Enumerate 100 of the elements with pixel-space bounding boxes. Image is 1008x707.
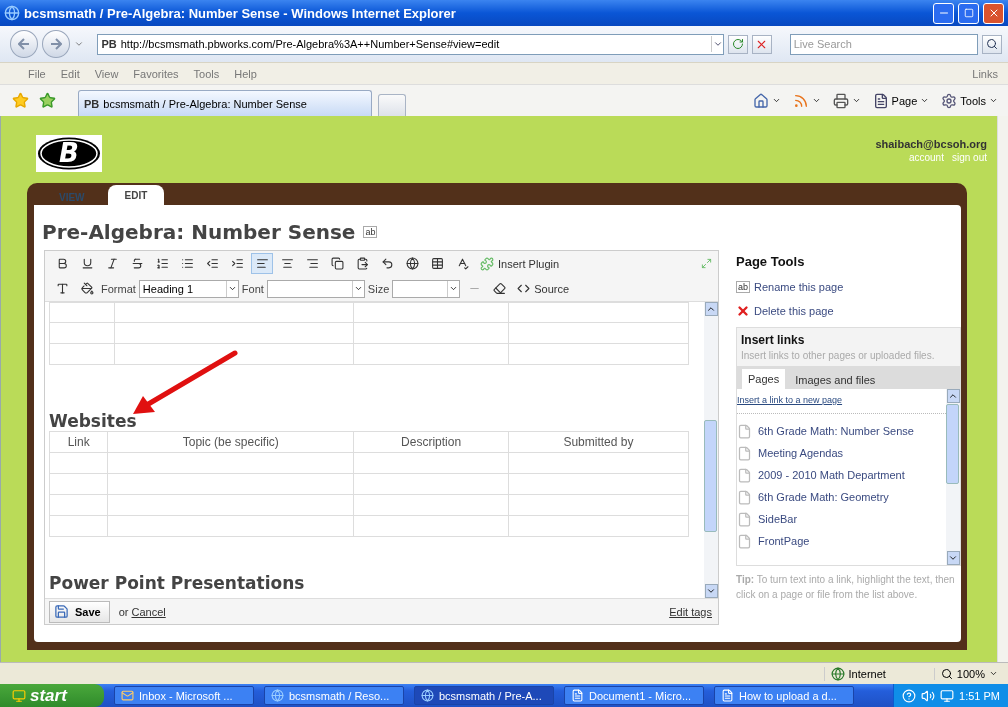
page-name: FrontPage <box>758 535 810 547</box>
globe-icon <box>421 689 434 702</box>
print-button[interactable] <box>832 92 861 109</box>
taskbar-item[interactable]: bcsmsmath / Reso... <box>264 686 404 705</box>
history-dropdown-icon[interactable] <box>73 39 84 49</box>
refresh-icon <box>731 38 744 50</box>
align-right-icon <box>305 257 319 270</box>
insert-plugin-button[interactable]: Insert Plugin <box>476 256 564 271</box>
page-link[interactable]: 2009 - 2010 Math Department <box>737 464 946 486</box>
edit-tags-link[interactable]: Edit tags <box>669 605 712 618</box>
add-favorite-icon[interactable] <box>39 92 56 109</box>
taskbar-item[interactable]: Document1 - Micro... <box>564 686 704 705</box>
restore-button[interactable] <box>958 2 979 24</box>
tools-menu[interactable]: Tools <box>941 92 998 109</box>
rename-icon[interactable]: ab <box>363 226 378 238</box>
mode-tab[interactable]: EDIT <box>107 185 165 205</box>
menu-item[interactable]: File <box>28 67 46 80</box>
button-label: start <box>30 685 67 706</box>
font-label: Font <box>241 282 264 295</box>
window-title: bcsmsmath / Pre-Algebra: Number Sense - Windows Internet Explorer <box>24 5 457 21</box>
page-link[interactable]: FrontPage <box>737 530 946 552</box>
panel-title: Insert links <box>741 333 806 347</box>
document-icon <box>571 689 584 702</box>
outdent-icon <box>205 257 219 270</box>
source-button[interactable]: Source <box>513 282 574 295</box>
links-menu[interactable]: Links <box>972 67 998 80</box>
page-action-link[interactable]: Delete this page <box>736 299 961 323</box>
column-header: Link <box>49 431 108 453</box>
page-link[interactable]: Meeting Agendas <box>737 442 946 464</box>
refresh-button[interactable] <box>728 34 748 54</box>
home-icon <box>752 92 769 109</box>
numbered-list-icon <box>155 257 169 270</box>
page-link[interactable]: 6th Grade Math: Geometry <box>737 486 946 508</box>
search-field[interactable]: Live Search <box>789 33 979 55</box>
scroll-up-button[interactable] <box>946 389 960 403</box>
home-button[interactable] <box>752 92 781 109</box>
page-icon <box>872 92 889 109</box>
cancel-link[interactable]: Cancel <box>131 605 166 618</box>
section-heading: Websites <box>49 411 138 431</box>
page-scrollbar[interactable] <box>997 116 1008 662</box>
scroll-down-button[interactable] <box>946 551 960 565</box>
menu-item[interactable]: Tools <box>193 67 220 80</box>
minimize-button[interactable] <box>933 2 954 24</box>
help-icon <box>902 688 917 703</box>
taskbar-item[interactable]: How to upload a d... <box>714 686 854 705</box>
save-button[interactable]: Save <box>49 600 110 623</box>
strikethrough-icon <box>130 257 144 270</box>
scrollbar-thumb[interactable] <box>946 404 959 484</box>
zoom-control[interactable]: 100% <box>933 667 998 680</box>
menu-item[interactable]: Edit <box>60 67 80 80</box>
action-label: Delete this page <box>754 305 834 317</box>
page-menu[interactable]: Page <box>872 92 930 109</box>
align-left-button[interactable] <box>251 253 273 274</box>
or-text: or <box>118 605 129 618</box>
address-field[interactable]: PB http://bcsmsmath.pbworks.com/Pre-Algebra%3A++Number+Sense#view=edit <box>97 33 725 55</box>
links-tab[interactable]: Images and files <box>789 371 882 389</box>
tip-text: Tip: To turn text into a link, highlight the text, then click on a page or file from the list above. <box>736 573 956 602</box>
browser-tab[interactable]: PB bcsmsmath / Pre-Algebra: Number Sense <box>78 90 372 116</box>
taskbar-item[interactable]: bcsmsmath / Pre-A... <box>414 686 554 705</box>
back-button[interactable] <box>10 30 38 58</box>
start-button[interactable]: start <box>0 684 104 707</box>
scrollbar-thumb[interactable] <box>704 420 717 532</box>
caret-icon <box>989 96 998 105</box>
search-icon <box>986 38 999 50</box>
close-button[interactable] <box>983 2 1004 24</box>
caret-icon <box>227 284 237 293</box>
page-name: 6th Grade Math: Geometry <box>758 491 889 503</box>
menu-item[interactable]: Favorites <box>133 67 179 80</box>
magnifier-icon <box>940 667 953 680</box>
italic-icon <box>105 257 119 270</box>
caret-icon <box>920 96 930 105</box>
menu-item[interactable]: View <box>94 67 119 80</box>
search-button[interactable] <box>982 34 1002 54</box>
page-icon <box>737 445 752 461</box>
mail-icon <box>121 689 134 702</box>
format-select[interactable]: Heading 1 <box>138 279 239 298</box>
taskbar-item[interactable]: Inbox - Microsoft ... <box>114 686 254 705</box>
forward-button[interactable] <box>41 30 70 58</box>
page-link[interactable]: SideBar <box>737 508 946 530</box>
page-link[interactable]: 6th Grade Math: Number Sense <box>737 420 946 442</box>
globe-icon <box>405 257 419 270</box>
links-tab[interactable]: Pages <box>742 369 786 389</box>
caret-icon <box>989 669 998 678</box>
volume-icon <box>921 688 936 703</box>
size-label: Size <box>367 282 390 295</box>
button-label: Document1 - Micro... <box>589 689 692 702</box>
scroll-up-button[interactable] <box>704 302 718 316</box>
feeds-button[interactable] <box>792 92 821 109</box>
menu-item[interactable]: Help <box>234 67 257 80</box>
caret-icon <box>712 39 723 49</box>
page-action-link[interactable]: ab Rename this page <box>736 275 961 299</box>
stop-button[interactable] <box>751 34 772 54</box>
delete-icon <box>736 304 750 318</box>
favorites-star-icon[interactable] <box>12 92 29 109</box>
button-label: Inbox - Microsoft ... <box>139 689 233 702</box>
menu-label: Page <box>891 94 918 107</box>
button-label: Insert Plugin <box>498 257 560 270</box>
select-value: Heading 1 <box>142 282 193 295</box>
scroll-down-button[interactable] <box>704 584 718 598</box>
dropdown-button[interactable] <box>711 36 724 52</box>
